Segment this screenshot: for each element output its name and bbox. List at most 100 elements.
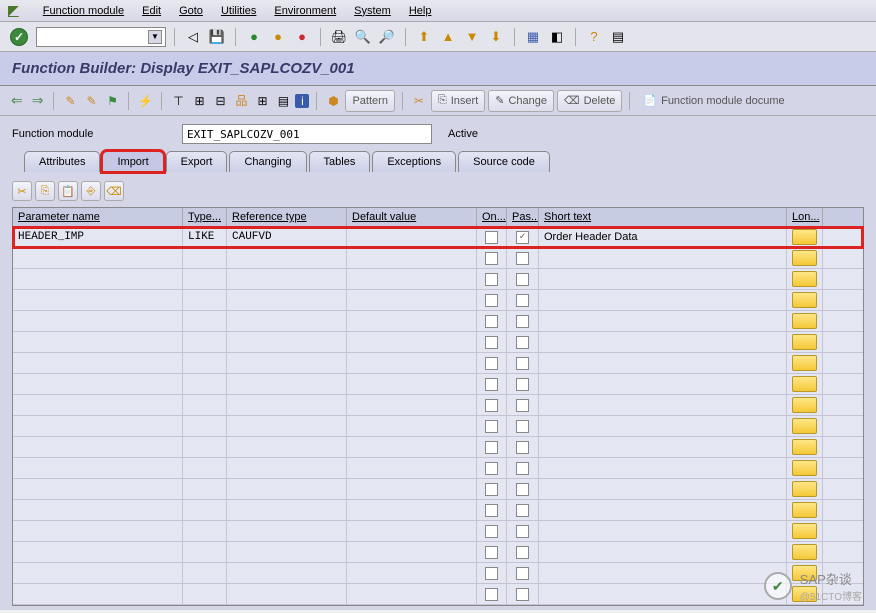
cell-ref[interactable] bbox=[227, 311, 347, 331]
cell-pas[interactable] bbox=[507, 479, 539, 499]
long-text-button[interactable] bbox=[792, 502, 817, 518]
cell-short[interactable] bbox=[539, 563, 787, 583]
delete-row-icon[interactable]: ⌫ bbox=[104, 181, 124, 201]
stop-icon[interactable]: ⬢ bbox=[324, 92, 342, 110]
cell-pas[interactable] bbox=[507, 416, 539, 436]
table-row[interactable] bbox=[13, 416, 863, 437]
cell-def[interactable] bbox=[347, 290, 477, 310]
cell-type[interactable] bbox=[183, 500, 227, 520]
find-next-icon[interactable]: 🔎 bbox=[377, 27, 397, 47]
checkbox-icon[interactable] bbox=[516, 336, 529, 349]
long-text-button[interactable] bbox=[792, 523, 817, 539]
long-text-button[interactable] bbox=[792, 271, 817, 287]
cell-def[interactable] bbox=[347, 395, 477, 415]
header-on[interactable]: On... bbox=[477, 208, 507, 226]
long-text-button[interactable] bbox=[792, 481, 817, 497]
insert-row-icon[interactable]: ⎆ bbox=[81, 181, 101, 201]
cell-pas[interactable] bbox=[507, 542, 539, 562]
cell-param[interactable] bbox=[13, 521, 183, 541]
cell-lon[interactable] bbox=[787, 353, 823, 373]
find-icon[interactable]: 🔍 bbox=[353, 27, 373, 47]
cell-type[interactable] bbox=[183, 542, 227, 562]
cell-ref[interactable] bbox=[227, 353, 347, 373]
cell-lon[interactable] bbox=[787, 332, 823, 352]
cell-param[interactable] bbox=[13, 416, 183, 436]
cell-ref[interactable] bbox=[227, 563, 347, 583]
cell-param[interactable] bbox=[13, 500, 183, 520]
long-text-button[interactable] bbox=[792, 376, 817, 392]
display-change-icon[interactable]: ✎ bbox=[61, 92, 79, 110]
shortcut-icon[interactable]: ◧ bbox=[547, 27, 567, 47]
long-text-button[interactable] bbox=[792, 229, 817, 245]
first-page-icon[interactable]: ⬆ bbox=[414, 27, 434, 47]
cell-pas[interactable] bbox=[507, 395, 539, 415]
cell-def[interactable] bbox=[347, 563, 477, 583]
checkbox-icon[interactable] bbox=[485, 336, 498, 349]
checkbox-icon[interactable] bbox=[485, 441, 498, 454]
delete-button[interactable]: ⌫Delete bbox=[557, 90, 622, 112]
checkbox-icon[interactable] bbox=[516, 504, 529, 517]
cell-param[interactable]: HEADER_IMP bbox=[13, 227, 183, 247]
checkbox-icon[interactable] bbox=[485, 231, 498, 244]
cell-def[interactable] bbox=[347, 437, 477, 457]
cell-type[interactable] bbox=[183, 248, 227, 268]
long-text-button[interactable] bbox=[792, 334, 817, 350]
help-icon[interactable]: ? bbox=[584, 27, 604, 47]
cell-ref[interactable] bbox=[227, 269, 347, 289]
table-row[interactable] bbox=[13, 500, 863, 521]
table-row[interactable] bbox=[13, 290, 863, 311]
cell-ref[interactable] bbox=[227, 332, 347, 352]
cell-type[interactable] bbox=[183, 269, 227, 289]
cell-def[interactable] bbox=[347, 227, 477, 247]
cell-short[interactable] bbox=[539, 332, 787, 352]
table-row[interactable] bbox=[13, 332, 863, 353]
cell-short[interactable] bbox=[539, 458, 787, 478]
cell-on[interactable] bbox=[477, 500, 507, 520]
cell-param[interactable] bbox=[13, 374, 183, 394]
cell-lon[interactable] bbox=[787, 416, 823, 436]
checkbox-icon[interactable] bbox=[485, 357, 498, 370]
cell-param[interactable] bbox=[13, 311, 183, 331]
cell-on[interactable] bbox=[477, 479, 507, 499]
nav-exit-icon[interactable]: ● bbox=[268, 27, 288, 47]
table-row[interactable] bbox=[13, 374, 863, 395]
tree-icon[interactable]: 品 bbox=[232, 92, 250, 110]
change-button[interactable]: ✎Change bbox=[488, 90, 554, 112]
tab-export[interactable]: Export bbox=[166, 151, 228, 172]
cell-type[interactable] bbox=[183, 416, 227, 436]
cell-param[interactable] bbox=[13, 332, 183, 352]
cell-def[interactable] bbox=[347, 521, 477, 541]
long-text-button[interactable] bbox=[792, 460, 817, 476]
cell-on[interactable] bbox=[477, 521, 507, 541]
copy-icon[interactable]: ⎘ bbox=[35, 181, 55, 201]
cell-short[interactable] bbox=[539, 521, 787, 541]
cell-lon[interactable] bbox=[787, 500, 823, 520]
checkbox-icon[interactable] bbox=[485, 294, 498, 307]
checkbox-icon[interactable] bbox=[485, 252, 498, 265]
tab-exceptions[interactable]: Exceptions bbox=[372, 151, 456, 172]
menu-goto[interactable]: Goto bbox=[179, 5, 203, 17]
cell-on[interactable] bbox=[477, 563, 507, 583]
cell-short[interactable]: Order Header Data bbox=[539, 227, 787, 247]
menu-function-module[interactable]: Function module bbox=[43, 5, 124, 17]
cell-param[interactable] bbox=[13, 479, 183, 499]
cell-ref[interactable] bbox=[227, 395, 347, 415]
cell-pas[interactable] bbox=[507, 521, 539, 541]
tab-source-code[interactable]: Source code bbox=[458, 151, 550, 172]
cell-on[interactable] bbox=[477, 353, 507, 373]
cell-pas[interactable] bbox=[507, 458, 539, 478]
table-row[interactable] bbox=[13, 458, 863, 479]
cell-pas[interactable] bbox=[507, 437, 539, 457]
nav-left-icon[interactable]: ⇐ bbox=[8, 92, 26, 109]
prev-page-icon[interactable]: ▲ bbox=[438, 27, 458, 47]
cell-short[interactable] bbox=[539, 269, 787, 289]
cell-short[interactable] bbox=[539, 542, 787, 562]
cell-pas[interactable] bbox=[507, 269, 539, 289]
checkbox-icon[interactable] bbox=[516, 441, 529, 454]
cell-pas[interactable] bbox=[507, 311, 539, 331]
checkbox-icon[interactable] bbox=[516, 399, 529, 412]
table-row[interactable] bbox=[13, 542, 863, 563]
enter-icon[interactable]: ✓ bbox=[10, 28, 28, 46]
table-row[interactable] bbox=[13, 479, 863, 500]
cell-lon[interactable] bbox=[787, 248, 823, 268]
